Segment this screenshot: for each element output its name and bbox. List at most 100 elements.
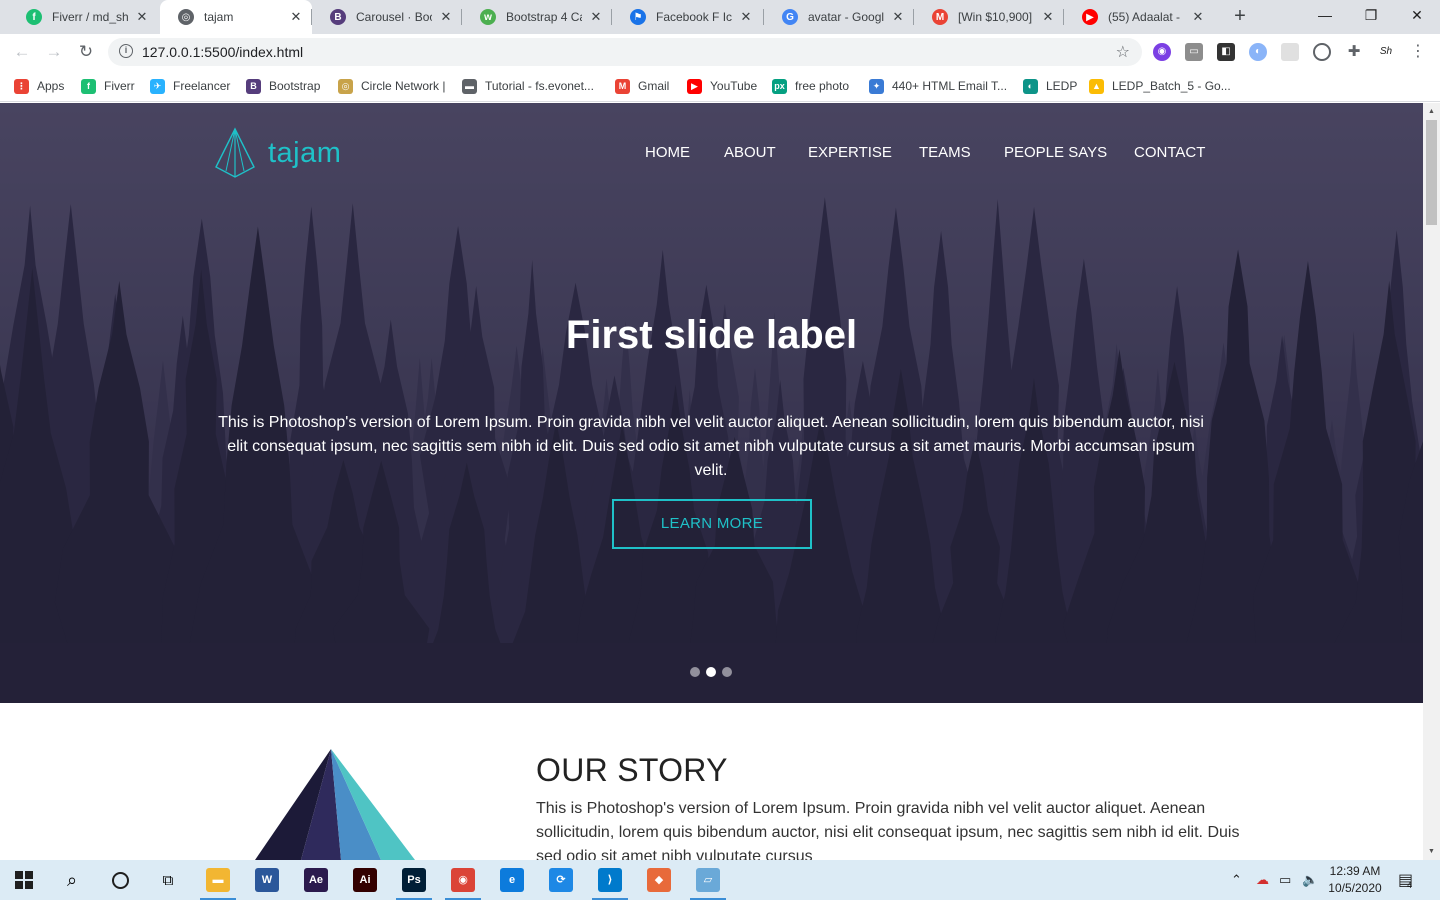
site-info-icon[interactable]: i bbox=[119, 44, 133, 58]
network-icon[interactable]: ▭ bbox=[1279, 860, 1291, 900]
taskbar-app-3[interactable]: Ai bbox=[341, 860, 389, 900]
task-view-icon[interactable]: ⧉ bbox=[144, 860, 192, 900]
bookmark-1[interactable]: f Fiverr bbox=[81, 77, 135, 95]
learn-more-button[interactable]: LEARN MORE bbox=[612, 499, 812, 549]
extension-grey-icon[interactable] bbox=[1281, 43, 1299, 61]
nav-contact[interactable]: CONTACT bbox=[1134, 144, 1205, 161]
bookmark-5[interactable]: ▬ Tutorial - fs.evonet... bbox=[462, 77, 594, 95]
pexels-icon: px bbox=[772, 78, 787, 94]
nav-home[interactable]: HOME bbox=[645, 144, 690, 161]
bookmark-star-icon[interactable]: ☆ bbox=[1116, 42, 1130, 62]
cortana-icon[interactable] bbox=[96, 860, 144, 900]
nav-expertise[interactable]: EXPERTISE bbox=[808, 144, 892, 161]
carousel-indicator-2[interactable] bbox=[706, 667, 716, 677]
ledp-icon: ◐ bbox=[1023, 78, 1038, 94]
notes-app-icon: ▱ bbox=[696, 868, 720, 892]
tab-title: Facebook F Icon bbox=[656, 10, 732, 24]
bookmark-9[interactable]: ✦ 440+ HTML Email T... bbox=[869, 77, 1007, 95]
forward-icon[interactable]: → bbox=[42, 40, 66, 64]
taskbar-app-10[interactable]: ▱ bbox=[684, 860, 732, 900]
address-url[interactable]: 127.0.0.1:5500/index.html bbox=[142, 44, 303, 60]
taskbar-app-8[interactable]: ⟩ bbox=[586, 860, 634, 900]
browser-tab-1[interactable]: f Fiverr / md_shaf ✕ bbox=[8, 0, 158, 34]
after-effects-icon: Ae bbox=[304, 868, 328, 892]
google-drive-icon: ▲ bbox=[1089, 78, 1104, 94]
bookmark-10[interactable]: ◐ LEDP bbox=[1023, 77, 1077, 95]
show-hidden-icons[interactable]: ⌃ bbox=[1231, 860, 1242, 900]
scroll-down-icon[interactable]: ▼ bbox=[1423, 843, 1440, 860]
browser-tab-6[interactable]: Gavatar - Google ✕ bbox=[764, 0, 914, 34]
system-clock[interactable]: 12:39 AM 10/5/2020 bbox=[1318, 863, 1392, 897]
restore-button[interactable]: ❐ bbox=[1348, 0, 1394, 30]
tab-separator bbox=[1063, 9, 1064, 25]
extensions-puzzle-icon[interactable]: ✚ bbox=[1345, 43, 1363, 61]
browser-tab-7[interactable]: M [Win $10,900] Li ✕ bbox=[914, 0, 1064, 34]
bookmark-0[interactable]: ⋮ Apps bbox=[14, 77, 64, 95]
taskbar-app-2[interactable]: Ae bbox=[292, 860, 340, 900]
bookmark-3[interactable]: B Bootstrap bbox=[246, 77, 320, 95]
bookmark-8[interactable]: px free photo bbox=[772, 77, 849, 95]
security-alert-icon[interactable]: ☁ bbox=[1256, 860, 1269, 900]
extension-blue-icon[interactable]: ◐ bbox=[1249, 43, 1267, 61]
start-button[interactable] bbox=[0, 860, 48, 900]
browser-tab-3[interactable]: B Carousel · Boots ✕ bbox=[312, 0, 462, 34]
taskbar-app-5[interactable]: ◉ bbox=[439, 860, 487, 900]
taskbar-app-9[interactable]: ◆ bbox=[635, 860, 683, 900]
bookmark-11[interactable]: ▲ LEDP_Batch_5 - Go... bbox=[1089, 77, 1231, 95]
browser-tab-8[interactable]: ▶ (55) Adaalat - Be ✕ bbox=[1064, 0, 1214, 34]
taskbar-app-7[interactable]: ⟳ bbox=[537, 860, 585, 900]
chrome-menu-icon[interactable]: ⋮ bbox=[1409, 43, 1427, 61]
bookmark-label: 440+ HTML Email T... bbox=[892, 79, 1008, 93]
taskbar-app-0[interactable]: ▬ bbox=[194, 860, 242, 900]
nav-about[interactable]: ABOUT bbox=[724, 144, 776, 161]
new-tab-button[interactable]: + bbox=[1228, 5, 1252, 29]
brand-logo-link[interactable]: tajam bbox=[212, 127, 341, 179]
nav-teams[interactable]: TEAMS bbox=[919, 144, 971, 161]
action-center-icon[interactable]: ▤ 4 bbox=[1398, 860, 1413, 900]
chrome-icon: ◉ bbox=[451, 868, 475, 892]
tab-close-icon[interactable]: ✕ bbox=[1040, 9, 1056, 25]
carousel-indicator-3[interactable] bbox=[722, 667, 732, 677]
scrollbar-thumb[interactable] bbox=[1426, 120, 1437, 225]
browser-tab-5[interactable]: ⚑ Facebook F Icon ✕ bbox=[612, 0, 762, 34]
taskbar-app-4[interactable]: Ps bbox=[390, 860, 438, 900]
bookmark-7[interactable]: ▶ YouTube bbox=[687, 77, 757, 95]
tab-close-icon[interactable]: ✕ bbox=[288, 9, 304, 25]
tab-close-icon[interactable]: ✕ bbox=[1190, 9, 1206, 25]
browser-tab-2[interactable]: ◎ tajam ✕ bbox=[160, 0, 312, 34]
close-window-button[interactable]: ✕ bbox=[1394, 0, 1440, 30]
extension-circle-icon[interactable] bbox=[1313, 43, 1331, 61]
volume-icon[interactable]: 🔈 bbox=[1302, 860, 1318, 900]
address-bar[interactable]: i 127.0.0.1:5500/index.html ☆ bbox=[108, 38, 1142, 66]
bookmark-4[interactable]: ◎ Circle Network | bbox=[338, 77, 445, 95]
reload-icon[interactable]: ↻ bbox=[74, 40, 98, 64]
bookmark-6[interactable]: M Gmail bbox=[615, 77, 669, 95]
tab-title: Carousel · Boots bbox=[356, 10, 432, 24]
search-icon[interactable]: ⌕ bbox=[48, 860, 96, 900]
tab-close-icon[interactable]: ✕ bbox=[588, 9, 604, 25]
brand-name: tajam bbox=[268, 136, 342, 169]
windows-logo-icon bbox=[15, 871, 33, 889]
tab-close-icon[interactable]: ✕ bbox=[134, 9, 150, 25]
extension-cast-icon[interactable]: ▭ bbox=[1185, 43, 1203, 61]
scroll-up-icon[interactable]: ▲ bbox=[1423, 103, 1440, 120]
bookmark-2[interactable]: ✈ Freelancer bbox=[150, 77, 230, 95]
taskbar-app-6[interactable]: e bbox=[488, 860, 536, 900]
back-icon[interactable]: ← bbox=[10, 40, 34, 64]
tab-close-icon[interactable]: ✕ bbox=[738, 9, 754, 25]
extension-cube-icon[interactable]: ◧ bbox=[1217, 43, 1235, 61]
bookmark-label: YouTube bbox=[710, 79, 758, 93]
tab-close-icon[interactable]: ✕ bbox=[890, 9, 906, 25]
nav-people-says[interactable]: PEOPLE SAYS bbox=[1004, 144, 1107, 161]
carousel-indicators bbox=[690, 667, 738, 677]
browser-tab-4[interactable]: w Bootstrap 4 Card ✕ bbox=[462, 0, 612, 34]
taskbar-app-1[interactable]: W bbox=[243, 860, 291, 900]
profile-avatar-icon[interactable]: Sh bbox=[1375, 43, 1397, 61]
minimize-button[interactable]: — bbox=[1302, 0, 1348, 30]
carousel-indicator-1[interactable] bbox=[690, 667, 700, 677]
bookmark-label: Gmail bbox=[638, 79, 670, 93]
page-scrollbar[interactable]: ▲ ▼ bbox=[1423, 103, 1440, 860]
extension-purple-icon[interactable]: ◉ bbox=[1153, 43, 1171, 61]
tab-close-icon[interactable]: ✕ bbox=[438, 9, 454, 25]
fiverr-icon: f bbox=[26, 9, 42, 25]
